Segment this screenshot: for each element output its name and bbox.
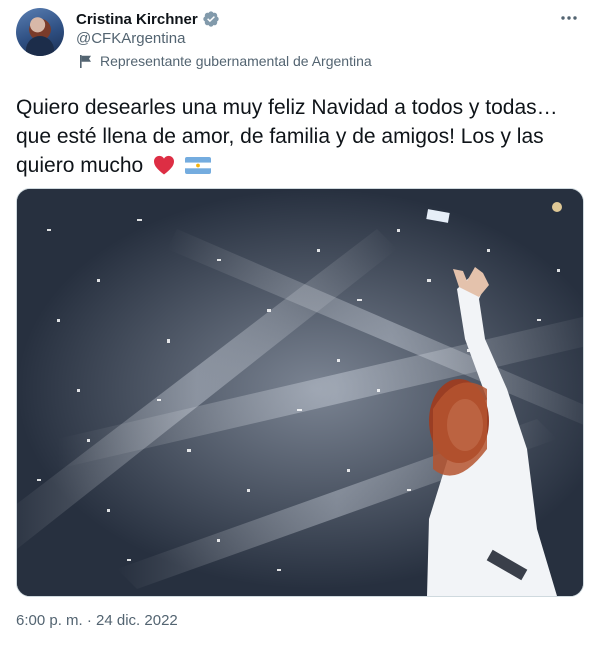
verified-badge-icon xyxy=(203,11,219,27)
government-label: Representante gubernamental de Argentina xyxy=(80,53,372,69)
more-icon xyxy=(561,16,577,20)
tweet-text-content: Quiero desearles una muy feliz Navidad a… xyxy=(16,96,558,177)
government-label-text: Representante gubernamental de Argentina xyxy=(100,53,372,69)
author-handle[interactable]: @CFKArgentina xyxy=(76,30,185,47)
red-heart-icon xyxy=(154,155,175,175)
tweet-text: Quiero desearles una muy feliz Navidad a… xyxy=(16,93,584,180)
tweet-photo-image xyxy=(17,189,583,596)
avatar[interactable] xyxy=(16,8,64,56)
tweet-photo[interactable] xyxy=(16,188,584,597)
tweet-timestamp[interactable]: 6:00 p. m. · 24 dic. 2022 xyxy=(16,612,178,629)
more-options-button[interactable] xyxy=(557,6,581,30)
tweet-card: Cristina Kirchner @CFKArgentina Represen… xyxy=(0,0,597,651)
argentina-flag-icon xyxy=(184,157,211,174)
author-name-row: Cristina Kirchner xyxy=(76,9,220,29)
author-display-name[interactable]: Cristina Kirchner xyxy=(76,11,198,28)
flag-icon xyxy=(80,54,91,68)
